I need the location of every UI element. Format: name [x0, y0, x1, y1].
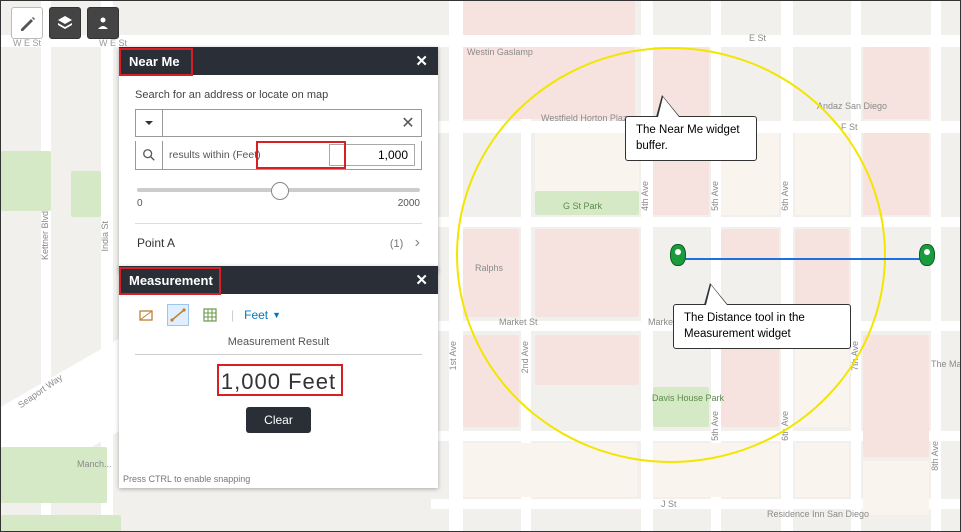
label-j-st: J St — [661, 499, 677, 509]
draw-tool-button[interactable] — [11, 7, 43, 39]
label-e-st: E St — [749, 33, 766, 43]
measurement-pin-end[interactable] — [919, 244, 935, 266]
area-tool-icon[interactable] — [135, 304, 157, 326]
results-within-label: results within (Feet) — [163, 149, 329, 161]
measurement-line — [677, 258, 926, 260]
unit-label: Feet — [244, 308, 268, 322]
clear-button[interactable]: Clear — [246, 407, 311, 433]
label-india: India St — [100, 221, 110, 252]
location-tool-icon[interactable] — [199, 304, 221, 326]
result-count: (1) — [390, 238, 403, 250]
chevron-right-icon: › — [415, 234, 420, 251]
search-prompt: Search for an address or locate on map — [135, 89, 422, 101]
buffer-distance-input[interactable]: 1,000 — [329, 144, 415, 166]
buffer-slider[interactable]: 0 2000 — [135, 188, 422, 209]
distance-tool-icon[interactable] — [167, 304, 189, 326]
close-icon[interactable]: ✕ — [415, 271, 428, 289]
near-me-panel: Near Me ✕ Search for an address or locat… — [119, 47, 438, 272]
callout-distance-line2: Measurement widget — [684, 328, 791, 340]
label-1st: 1st Ave — [448, 341, 458, 370]
close-icon[interactable]: ✕ — [415, 52, 428, 70]
result-layer-row[interactable]: Point A (1) › — [135, 224, 422, 262]
label-residence: Residence Inn San Diego — [767, 509, 847, 519]
label-manch: Manch... — [77, 459, 112, 469]
search-icon[interactable] — [136, 141, 163, 169]
callout-distance: The Distance tool in the Measurement wid… — [673, 304, 851, 349]
measurement-header[interactable]: Measurement ✕ — [119, 266, 438, 294]
snapping-hint: Press CTRL to enable snapping — [123, 474, 250, 484]
unit-dropdown[interactable]: Feet ▼ — [244, 308, 281, 322]
measurement-panel: Measurement ✕ | Feet ▼ Measurem — [119, 266, 438, 488]
clear-search-icon[interactable]: ✕ — [395, 110, 421, 136]
callout-buffer-text: The Near Me widget buffer. — [636, 124, 740, 152]
callout-distance-line1: The Distance tool in the — [684, 312, 805, 324]
buffer-distance-value: 1,000 — [378, 148, 408, 162]
result-layer-name: Point A — [137, 236, 175, 250]
label-westin: Westin Gaslamp — [467, 47, 523, 57]
basemap-layers-button[interactable] — [49, 7, 81, 39]
near-me-header[interactable]: Near Me ✕ — [119, 47, 438, 75]
search-input[interactable] — [163, 110, 395, 136]
label-the-ma: The Ma... — [931, 359, 961, 369]
slider-thumb[interactable] — [271, 182, 289, 200]
search-box: ✕ — [135, 109, 422, 137]
near-me-title: Near Me — [129, 54, 180, 69]
caret-down-icon — [144, 118, 154, 128]
label-kettner: Kettner Blvd — [40, 211, 50, 260]
measurement-title: Measurement — [129, 273, 213, 288]
label-w-e-st: W E St — [13, 38, 41, 48]
callout-buffer: The Near Me widget buffer. — [625, 116, 757, 161]
near-me-widget-button[interactable] — [87, 7, 119, 39]
label-8th: 8th Ave — [930, 441, 940, 471]
measurement-section-title: Measurement Result — [135, 336, 422, 348]
caret-down-icon: ▼ — [272, 310, 281, 320]
search-source-dropdown[interactable] — [136, 110, 163, 136]
slider-max-label: 2000 — [398, 198, 420, 209]
measurement-result: 1,000 Feet — [199, 369, 359, 395]
map-toolbar — [11, 7, 119, 39]
measurement-pin-start[interactable] — [670, 244, 686, 266]
slider-min-label: 0 — [137, 198, 143, 209]
